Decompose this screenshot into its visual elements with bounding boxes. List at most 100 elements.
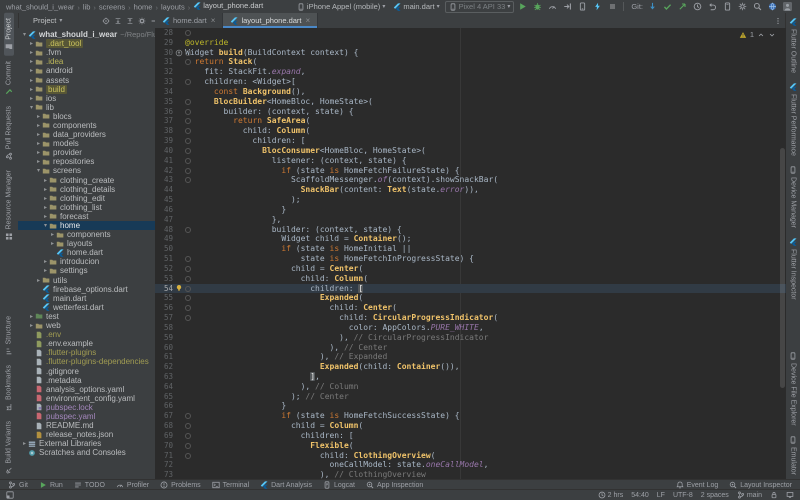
tool-window-button-app-inspection[interactable]: App Inspection: [366, 481, 423, 489]
code-line-63[interactable]: 63 ],: [155, 372, 786, 382]
device-button[interactable]: [576, 1, 589, 12]
profiler-button[interactable]: [546, 1, 559, 12]
tool-button-build-variants[interactable]: Build Variants: [4, 416, 14, 480]
project-panel-title-wrap[interactable]: Project ▾: [22, 16, 62, 25]
expand-arrow-icon[interactable]: ▸: [28, 40, 35, 47]
device-selector[interactable]: iPhone Appel (mobile)▾: [294, 2, 388, 11]
tool-window-button-layout-inspector[interactable]: Layout Inspector: [729, 481, 792, 489]
code-line-28[interactable]: 28: [155, 28, 786, 38]
tree-item-data-providers[interactable]: ▸data_providers: [18, 130, 155, 139]
stop-button[interactable]: [606, 1, 619, 12]
hot-button[interactable]: [591, 1, 604, 12]
code-line-30[interactable]: 30Widget build(BuildContext context) {: [155, 48, 786, 58]
tool-button-device-manager[interactable]: Device Manager: [788, 161, 798, 233]
expand-arrow-icon[interactable]: ▸: [21, 440, 28, 447]
expand-arrow-icon[interactable]: ▸: [35, 131, 42, 138]
tool-window-toggle-icon[interactable]: [6, 491, 14, 499]
tree-item-lib[interactable]: ▾lib: [18, 103, 155, 112]
fold-marker-icon[interactable]: [185, 453, 191, 459]
tree-item-web[interactable]: ▸web: [18, 321, 155, 330]
search-button[interactable]: [751, 1, 764, 12]
code-line-40[interactable]: 40 BlocConsumer<HomeBloc, HomeState>(: [155, 146, 786, 156]
tool-button-flutter-performance[interactable]: Flutter Performance: [788, 78, 798, 161]
update-button[interactable]: [646, 1, 659, 12]
collapse-arrow-icon[interactable]: ▾: [28, 104, 35, 111]
tab-home-dart[interactable]: home.dart×: [155, 13, 223, 28]
history-button[interactable]: [691, 1, 704, 12]
fold-marker-icon[interactable]: [185, 158, 191, 164]
fold-marker-icon[interactable]: [185, 109, 191, 115]
tool-button-emulator[interactable]: Emulator: [788, 431, 798, 480]
code-line-54[interactable]: 54 children: [: [155, 284, 786, 294]
breadcrumb-item-layout-phone-dart[interactable]: layout_phone.dart: [193, 1, 263, 10]
fold-marker-icon[interactable]: [185, 286, 191, 292]
code-line-35[interactable]: 35 BlocBuilder<HomeBloc, HomeState>(: [155, 97, 786, 107]
expand-arrow-icon[interactable]: ▸: [35, 277, 42, 284]
expand-arrow-icon[interactable]: ▸: [35, 113, 42, 120]
tree-item-scratches-and-consoles[interactable]: Scratches and Consoles: [18, 448, 155, 457]
avatar-button[interactable]: [781, 1, 794, 12]
code-line-68[interactable]: 68 child = Column(: [155, 421, 786, 431]
tool-window-button-run[interactable]: Run: [39, 481, 63, 489]
status-item-screen-indicator[interactable]: [786, 491, 794, 499]
tool-window-button-problems[interactable]: Problems: [160, 481, 201, 489]
chevron-up-icon[interactable]: [757, 31, 765, 39]
status-item-lf[interactable]: LF: [657, 492, 665, 499]
tree-item-fvm[interactable]: ▸.fvm: [18, 48, 155, 57]
close-icon[interactable]: ×: [306, 16, 311, 25]
expand-arrow-icon[interactable]: ▸: [42, 267, 49, 274]
tab-layout-phone-dart[interactable]: layout_phone.dart×: [223, 13, 318, 28]
tree-item-repositories[interactable]: ▸repositories: [18, 157, 155, 166]
code-line-31[interactable]: 31 return Stack(: [155, 57, 786, 67]
editor-scrollbar[interactable]: [780, 148, 785, 388]
expand-all-button[interactable]: [113, 16, 123, 26]
status-item-2-hrs[interactable]: 2 hrs: [598, 491, 624, 499]
tree-item-wetterfest-dart[interactable]: wetterfest.dart: [18, 303, 155, 312]
code-line-58[interactable]: 58 color: AppColors.PURE_WHITE,: [155, 323, 786, 333]
code-line-66[interactable]: 66 }: [155, 401, 786, 411]
expand-arrow-icon[interactable]: ▸: [28, 58, 35, 65]
expand-arrow-icon[interactable]: ▸: [42, 186, 49, 193]
tree-item-pubspec-yaml[interactable]: pubspec.yaml: [18, 412, 155, 421]
status-item-main[interactable]: main: [737, 491, 762, 499]
rollback-button[interactable]: [706, 1, 719, 12]
code-line-67[interactable]: 67 if (state is HomeFetchSuccessState) {: [155, 411, 786, 421]
run-button[interactable]: [516, 1, 529, 12]
tree-item-assets[interactable]: ▸assets: [18, 75, 155, 84]
tool-window-button-git[interactable]: Git: [8, 481, 28, 489]
code-line-34[interactable]: 34 const Background(),: [155, 87, 786, 97]
expand-arrow-icon[interactable]: ▸: [28, 49, 35, 56]
fold-marker-icon[interactable]: [185, 266, 191, 272]
tree-item-what-should-i-wear[interactable]: ▾what_should_i_wear~/Repo/Flutter/what_…: [18, 30, 155, 39]
tree-item-home-dart[interactable]: home.dart: [18, 248, 155, 257]
code-line-62[interactable]: 62 Expanded(child: Container()),: [155, 362, 786, 372]
debug-button[interactable]: [531, 1, 544, 12]
expand-arrow-icon[interactable]: ▸: [28, 67, 35, 74]
status-item-2-spaces[interactable]: 2 spaces: [701, 492, 729, 499]
code-line-37[interactable]: 37 return SafeArea(: [155, 116, 786, 126]
expand-arrow-icon[interactable]: ▸: [42, 195, 49, 202]
status-item-lock-indicator[interactable]: [770, 491, 778, 499]
code-line-55[interactable]: 55 Expanded(: [155, 293, 786, 303]
code-line-45[interactable]: 45 );: [155, 195, 786, 205]
expand-arrow-icon[interactable]: ▸: [49, 240, 56, 247]
tree-item-components[interactable]: ▸components: [18, 121, 155, 130]
tool-button-commit[interactable]: Commit: [4, 56, 14, 101]
collapse-arrow-icon[interactable]: ▾: [21, 31, 28, 38]
expand-arrow-icon[interactable]: ▸: [42, 213, 49, 220]
code-line-29[interactable]: 29@override: [155, 38, 786, 48]
code-line-46[interactable]: 46 }: [155, 205, 786, 215]
code-line-51[interactable]: 51 state is HomeFetchInProgressState) {: [155, 254, 786, 264]
expand-arrow-icon[interactable]: ▸: [42, 258, 49, 265]
fold-marker-icon[interactable]: [185, 30, 191, 36]
collapse-all-button[interactable]: [125, 16, 135, 26]
fold-marker-icon[interactable]: [185, 227, 191, 233]
tree-item-utils[interactable]: ▸utils: [18, 276, 155, 285]
tool-button-device-file-explorer[interactable]: Device File Explorer: [788, 347, 798, 431]
tree-item-main-dart[interactable]: main.dart: [18, 294, 155, 303]
tree-item-gitignore[interactable]: .gitignore: [18, 366, 155, 375]
tree-item-idea[interactable]: ▸.idea: [18, 57, 155, 66]
expand-arrow-icon[interactable]: ▸: [42, 204, 49, 211]
fold-marker-icon[interactable]: [185, 276, 191, 282]
tool-window-button-event-log[interactable]: Event Log: [676, 481, 719, 489]
